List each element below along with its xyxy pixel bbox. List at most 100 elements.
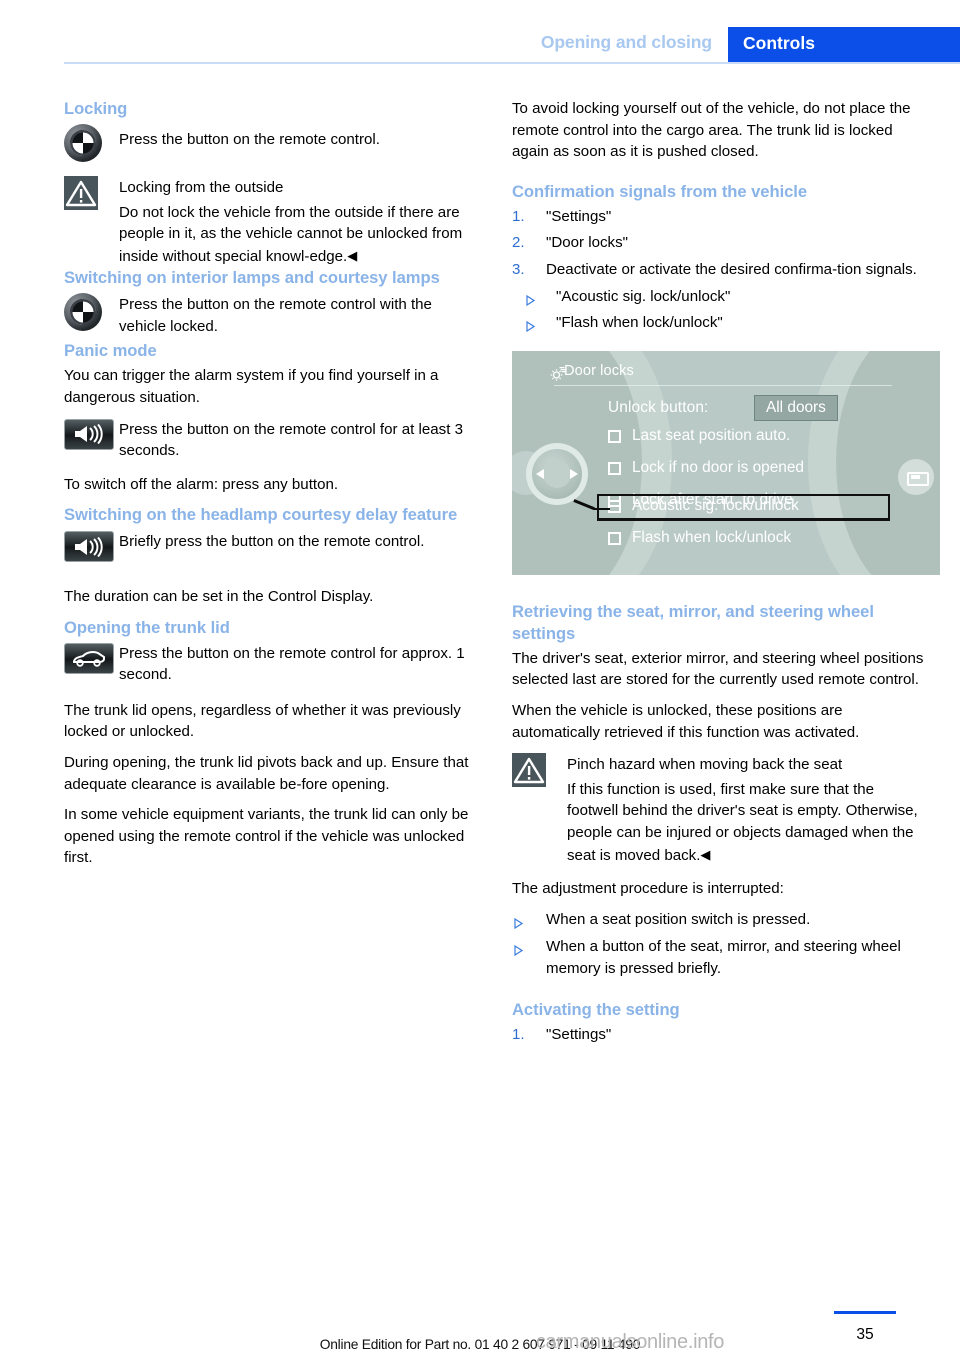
bmw-roundel-icon — [64, 124, 102, 162]
trunk-para-1: The trunk lid opens, regardless of wheth… — [64, 701, 461, 741]
trunk-para-3: In some vehicle equipment variants, the … — [64, 806, 469, 867]
step-number: 2. — [512, 234, 525, 252]
header-section-label: Controls — [728, 27, 960, 62]
locking-warning-block: Locking from the outside Do not lock the… — [64, 175, 476, 267]
pinch-hazard-endmark: ◀ — [700, 846, 711, 862]
locking-warning-title: Locking from the outside — [119, 179, 284, 196]
trunk-button-block: Press the button on the remote control f… — [64, 642, 476, 688]
unlock-button-value[interactable]: All doors — [754, 394, 838, 422]
header-tabs: Opening and closing Controls — [541, 27, 960, 62]
step-text: Deactivate or activate the desired confi… — [546, 260, 917, 278]
heading-retrieving-settings: Retrieving the seat, mirror, and steerin… — [512, 601, 874, 643]
display-option-4[interactable]: Flash when lock/unlock — [632, 527, 791, 549]
list-item: When a seat position switch is pressed. — [512, 909, 924, 931]
callout-line-2 — [594, 507, 610, 511]
interrupt-list: When a seat position switch is pressed. … — [512, 909, 924, 980]
triangle-bullet-icon — [526, 317, 536, 333]
activating-steps-list: 1. "Settings" — [512, 1024, 924, 1046]
interrupt-item-text: When a seat position switch is pressed. — [546, 910, 811, 928]
heading-locking: Locking — [64, 99, 128, 118]
unlock-button-label: Unlock button: — [608, 398, 709, 416]
pinch-hazard-title: Pinch hazard when moving back the seat — [567, 756, 843, 774]
control-display-image: Door locks Unlock button: All doors Last… — [512, 350, 940, 575]
footer-rule — [834, 1311, 896, 1314]
list-item: 1. "Settings" — [512, 206, 924, 228]
step-text: "Settings" — [546, 207, 612, 225]
locking-warning-body-first: Do not lock the vehicle from the outside… — [119, 199, 476, 268]
panic-mode-button-text: Press the button on the remote control f… — [119, 420, 463, 460]
list-item: "Flash when lock/unlock" — [512, 312, 924, 334]
header-divider — [64, 62, 960, 64]
confirmation-substeps-list: "Acoustic sig. lock/unlock" "Flash when … — [512, 286, 924, 334]
car-trunk-button-icon — [64, 642, 114, 674]
headlamp-button-block: Briefly press the button on the remote c… — [64, 530, 476, 576]
heading-panic-mode: Panic mode — [64, 341, 157, 361]
list-item: When a button of the seat, mirror, and s… — [512, 936, 924, 979]
retrieving-para-2: When the vehicle is unlocked, these posi… — [512, 701, 860, 741]
retrieving-para-1: The driver's seat, exterior mirror, and … — [512, 649, 924, 689]
manual-page: Opening and closing Controls Locking Pre… — [0, 0, 960, 1362]
interrupt-item-text: When a button of the seat, mirror, and s… — [546, 938, 901, 977]
heading-trunk-lid: Opening the trunk lid — [64, 617, 230, 637]
warning-triangle-icon — [64, 176, 98, 210]
bmw-roundel-icon — [64, 293, 102, 332]
arrow-left-icon — [536, 468, 544, 479]
trunk-para-2: During opening, the trunk lid pivots bac… — [64, 753, 469, 793]
step-number: 1. — [512, 1026, 525, 1044]
display-option-1[interactable]: Lock if no door is opened — [632, 457, 804, 479]
checkbox-icon[interactable] — [608, 429, 621, 443]
heading-confirmation-signals: Confirmation signals from the vehicle — [512, 181, 808, 201]
pinch-hazard-block: Pinch hazard when moving back the seat I… — [512, 752, 924, 866]
interior-lamps-text: Press the button on the remote control w… — [119, 296, 432, 335]
cargo-warning-para: To avoid locking yourself out of the veh… — [512, 100, 911, 161]
left-column: Locking Press the button on the remote c… — [64, 98, 476, 878]
step-number: 1. — [512, 207, 525, 225]
checkbox-icon[interactable] — [608, 461, 621, 475]
display-option-3[interactable]: Acoustic sig. lock/unlock — [632, 495, 799, 517]
speaker-button-icon — [64, 418, 114, 450]
triangle-bullet-icon — [526, 291, 536, 306]
headlamp-outro: The duration can be set in the Control D… — [64, 588, 374, 606]
triangle-bullet-icon — [514, 941, 524, 957]
locking-warning-endmark: ◀ — [347, 247, 358, 263]
headlamp-button-text: Briefly press the button on the remote c… — [119, 533, 425, 551]
interrupt-intro: The adjustment procedure is interrupted: — [512, 880, 784, 898]
display-title: Door locks — [550, 361, 634, 383]
step-text: "Door locks" — [546, 234, 629, 252]
triangle-bullet-icon — [514, 914, 524, 929]
confirmation-steps-list: 1. "Settings" 2. "Door locks" 3. Deactiv… — [512, 206, 924, 281]
trunk-button-text: Press the button on the remote control f… — [119, 644, 465, 684]
substep-text: "Flash when lock/unlock" — [556, 314, 723, 332]
header-chapter-label: Opening and closing — [540, 32, 712, 52]
checkbox-icon[interactable] — [608, 531, 621, 545]
pinch-hazard-body-wrap: If this function is used, first make sur… — [567, 776, 924, 866]
list-item: "Acoustic sig. lock/unlock" — [512, 286, 924, 308]
right-column: To avoid locking yourself out of the veh… — [512, 98, 940, 1051]
display-right-button-icon[interactable] — [898, 458, 934, 495]
substep-text: "Acoustic sig. lock/unlock" — [556, 287, 731, 305]
heading-activating-setting: Activating the setting — [512, 1000, 680, 1020]
panic-mode-button-block: Press the button on the remote control f… — [64, 418, 476, 464]
display-screen: Door locks Unlock button: All doors Last… — [550, 357, 892, 569]
heading-interior-lamps: Switching on interior lamps and courtesy… — [64, 268, 440, 288]
checkbox-icon[interactable] — [608, 499, 621, 513]
locking-bmw-text: Press the button on the remote control. — [119, 131, 380, 148]
panic-mode-intro: You can trigger the alarm system if you … — [64, 367, 439, 406]
watermark-text: carmanualsonline.info — [535, 1331, 725, 1353]
locking-warning-body: Do not lock the vehicle from the outside… — [119, 203, 463, 265]
heading-headlamp-courtesy: Switching on the headlamp courtesy delay… — [64, 505, 458, 525]
warning-triangle-icon — [512, 753, 546, 788]
step-text: "Settings" — [546, 1026, 612, 1044]
gear-icon — [548, 364, 568, 392]
list-item: 1. "Settings" — [512, 1024, 924, 1046]
list-item: 2. "Door locks" — [512, 232, 924, 254]
page-header: Opening and closing Controls — [0, 0, 960, 62]
step-number: 3. — [512, 260, 525, 278]
display-title-divider — [554, 384, 892, 386]
speaker-button-icon — [64, 531, 114, 563]
display-option-0[interactable]: Last seat position auto. — [632, 425, 790, 447]
panic-mode-outro: To switch off the alarm: press any butto… — [64, 475, 339, 493]
locking-bmw-block: Press the button on the remote control. — [64, 123, 476, 169]
list-item: 3. Deactivate or activate the desired co… — [512, 259, 924, 281]
display-title-text: Door locks — [564, 362, 634, 379]
